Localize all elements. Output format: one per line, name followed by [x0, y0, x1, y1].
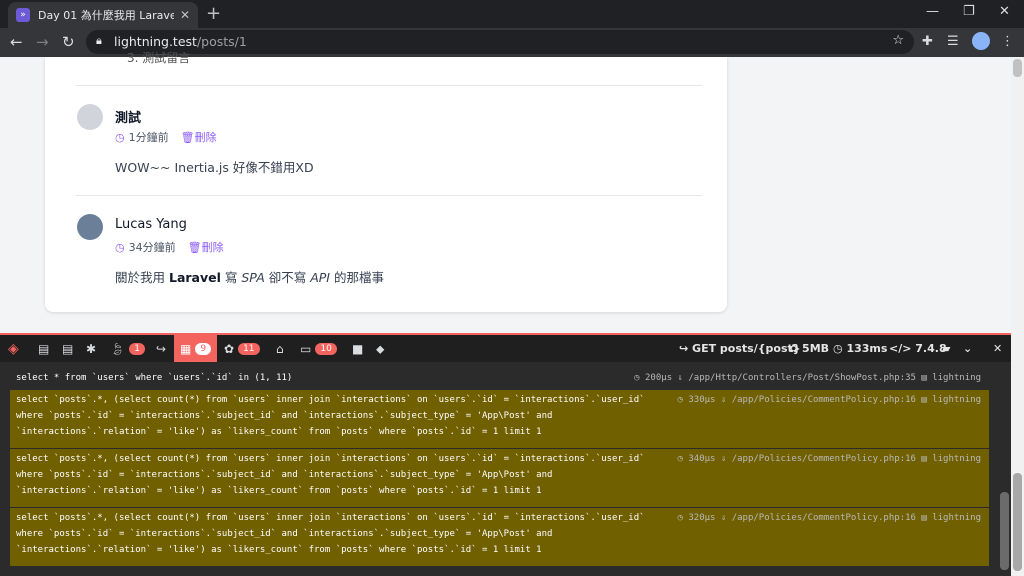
scrollbar-thumb[interactable] — [1013, 473, 1022, 571]
query-sql: select `posts`.*, (select count(*) from … — [16, 454, 645, 496]
restore-icon[interactable]: ❐ — [963, 4, 975, 19]
debugbar-header: ◈ ▤ ▤ ✱ 🍃︎ 1 ↪ ▦ 9 ✿ 11 ⌂ ▭ 10 ■ ⬥ ↪ GET pos… — [0, 333, 1011, 362]
time-indicator: ◷ 133ms — [833, 342, 888, 355]
browser-tab[interactable]: » Day 01 為什麼我用 Laravel 寫 SPA ✕ — [8, 2, 198, 28]
query-info: ◷ 330μs ⇓ /app/Policies/CommentPolicy.ph… — [677, 395, 981, 405]
page-scrollbar[interactable] — [1011, 57, 1024, 333]
scrollbar-thumb[interactable] — [1013, 59, 1022, 77]
comment-time: 34分鐘前 — [128, 241, 176, 254]
comment-author: 測試 — [115, 111, 142, 126]
site-favicon-icon: » — [16, 8, 30, 22]
query-info: ◷ 200μs ⇓ /app/Http/Controllers/Post/Sho… — [634, 373, 981, 383]
debugbar-scrollbar[interactable] — [998, 362, 1011, 576]
new-tab-icon[interactable]: + — [206, 4, 221, 24]
query-info: ◷ 340μs ⇓ /app/Policies/CommentPolicy.ph… — [677, 454, 981, 464]
comment-time: 1分鐘前 — [128, 131, 169, 144]
close-debugbar-icon[interactable]: ✕ — [993, 342, 1002, 355]
lock-icon: 🔒︎ — [96, 34, 102, 47]
session-tab-icon[interactable]: ■ — [352, 341, 363, 357]
address-bar[interactable]: 🔒︎ lightning.test/posts/1 ☆ — [86, 30, 914, 54]
window-close-icon[interactable]: ✕ — [999, 4, 1010, 19]
comment-body: 關於我用 Laravel 寫 SPA 卻不寫 API 的那檔事 — [115, 270, 384, 285]
messages-tab-icon[interactable]: ▤ — [38, 341, 49, 357]
comment-body: WOW~~ Inertia.js 好像不錯用XD — [115, 160, 314, 175]
query-row[interactable]: select `posts`.*, (select count(*) from … — [10, 449, 989, 507]
query-sql: select `posts`.*, (select count(*) from … — [16, 395, 645, 437]
tab-models[interactable]: ✿ 11 — [224, 341, 260, 357]
laravel-logo-icon[interactable]: ◈ — [8, 341, 19, 357]
avatar — [77, 104, 103, 130]
tab-messages[interactable]: 🍃︎ 1 — [110, 341, 145, 357]
divider — [76, 195, 702, 196]
media-queue-icon[interactable]: ☰ — [947, 34, 959, 49]
open-folder-icon[interactable]: ▰ — [942, 342, 950, 355]
scrollbar-thumb[interactable] — [1000, 492, 1009, 570]
query-info: ◷ 320μs ⇓ /app/Policies/CommentPolicy.ph… — [677, 513, 981, 523]
tab-title: Day 01 為什麼我用 Laravel 寫 SPA — [38, 9, 174, 22]
close-tab-icon[interactable]: ✕ — [180, 8, 190, 22]
comment-author: Lucas Yang — [115, 217, 187, 232]
avatar — [77, 214, 103, 240]
memory-indicator: ✿ 5MB — [789, 342, 830, 355]
back-icon[interactable]: ← — [10, 33, 23, 51]
queries-panel: select * from `users` where `users`.`id`… — [0, 362, 998, 576]
forward-icon[interactable]: → — [36, 33, 49, 51]
comment-meta: ◷ 34分鐘前 🗑︎刪除 — [115, 239, 224, 255]
outer-scrollbar[interactable] — [1011, 333, 1024, 576]
delete-comment-button[interactable]: 🗑︎刪除 — [188, 239, 224, 255]
clock-icon: ◷ — [115, 130, 125, 144]
query-row[interactable]: select * from `users` where `users`.`id`… — [10, 368, 989, 388]
query-sql: select * from `users` where `users`.`id`… — [16, 373, 293, 383]
profile-avatar-icon[interactable] — [972, 32, 990, 50]
tags-tab-icon[interactable]: ⬥ — [376, 341, 384, 357]
extensions-icon[interactable]: ✚ — [922, 34, 933, 49]
minimize-debugbar-icon[interactable]: ⌄ — [963, 342, 972, 355]
url-text: lightning.test/posts/1 — [114, 34, 247, 49]
comments-card: 3. 測試留言 測試 ◷ 1分鐘前 🗑︎刪除 WOW~~ Inertia.js … — [45, 51, 727, 312]
menu-kebab-icon[interactable]: ⋮ — [1001, 34, 1014, 49]
query-row[interactable]: select `posts`.*, (select count(*) from … — [10, 508, 989, 566]
tab-views[interactable]: ▭ 10 — [300, 341, 337, 357]
bookmark-star-icon[interactable]: ☆ — [892, 33, 904, 48]
php-version-indicator: </> 7.4.8 — [889, 342, 947, 355]
mail-inbox-icon[interactable]: ⌂ — [276, 341, 284, 357]
tab-strip: » Day 01 為什麼我用 Laravel 寫 SPA ✕ + — ❐ ✕ — [0, 0, 1024, 28]
previous-content-snippet: 3. 測試留言 — [127, 51, 191, 65]
query-row[interactable]: select `posts`.*, (select count(*) from … — [10, 390, 989, 448]
request-share-icon[interactable]: ↪ — [156, 341, 166, 357]
divider — [76, 85, 702, 86]
delete-comment-button[interactable]: 🗑︎刪除 — [181, 129, 217, 145]
query-sql: select `posts`.*, (select count(*) from … — [16, 513, 645, 555]
timeline-tab-icon[interactable]: ▤ — [62, 341, 73, 357]
clock-icon: ◷ — [115, 240, 125, 254]
reload-icon[interactable]: ↻ — [62, 33, 75, 51]
tab-queries[interactable]: ▦ 9 — [174, 335, 218, 362]
comment-meta: ◷ 1分鐘前 🗑︎刪除 — [115, 129, 217, 145]
route-indicator[interactable]: ↪ GET posts/{post} — [679, 342, 801, 355]
exceptions-bug-icon[interactable]: ✱ — [86, 341, 96, 357]
minimize-icon[interactable]: — — [926, 4, 939, 19]
